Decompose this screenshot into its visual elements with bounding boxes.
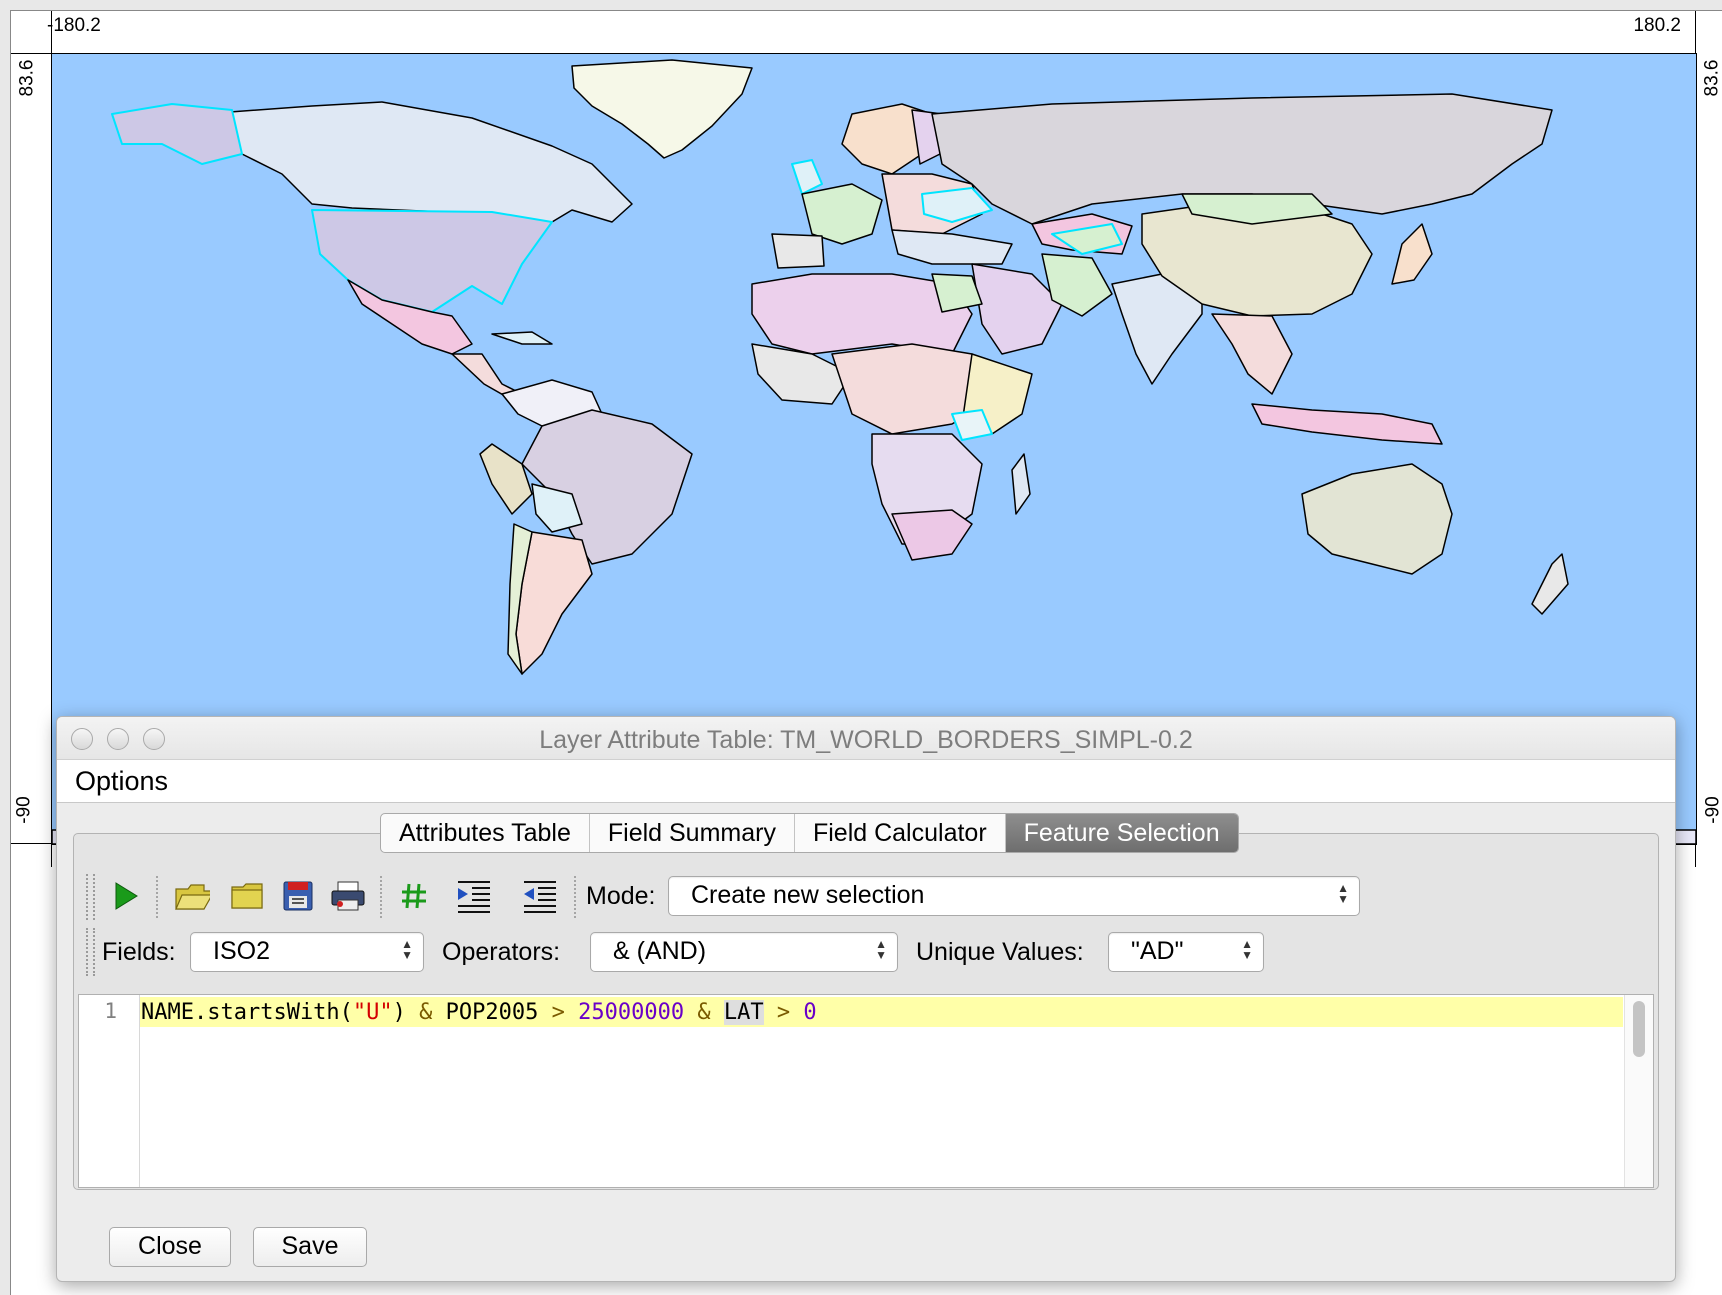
toolbar-grip[interactable] [86,928,95,976]
operators-label: Operators: [442,938,561,966]
unique-values-select[interactable]: "AD" ▲ ▼ [1108,932,1264,972]
axis-tick [51,11,52,53]
region-balkans-turkey [891,229,1013,265]
country-peru [479,443,533,515]
feature-selection-panel: Mode: Create new selection ▲ ▼ Fields: IS… [73,833,1659,1190]
country-greenland [571,59,753,159]
tab-attributes-table[interactable]: Attributes Table [381,814,590,852]
stepper-arrows-icon: ▲ ▼ [875,937,887,962]
print-icon[interactable] [330,878,366,914]
toolbar-separator [380,876,382,918]
stepper-arrows-icon: ▲ ▼ [401,937,413,962]
extent-top-label-right: 83.6 [1701,59,1722,97]
stepper-arrows-icon: ▲ ▼ [1337,881,1349,906]
hash-icon[interactable] [396,878,432,914]
expression-editor[interactable]: 1 NAME.startsWith("U") & POP2005 > 25000… [78,994,1654,1188]
country-new-zealand [1531,553,1569,615]
save-icon[interactable] [280,878,316,914]
code-operator: & [419,1000,433,1025]
toolbar-grip[interactable] [86,874,95,920]
close-button[interactable]: Close [109,1227,231,1267]
country-spain [771,233,825,269]
unique-values-select-value: "AD" [1131,937,1184,965]
tab-field-summary[interactable]: Field Summary [590,814,795,852]
open-folder-icon[interactable] [174,878,210,914]
extent-top-label-left: 83.6 [16,59,38,97]
layer-attribute-dialog: Layer Attribute Table: TM_WORLD_BORDERS_… [56,716,1676,1282]
extent-left-label: -180.2 [47,15,101,36]
axis-tick [1695,11,1696,53]
dialog-titlebar[interactable]: Layer Attribute Table: TM_WORLD_BORDERS_… [57,717,1675,760]
axis-tick [11,843,51,844]
country-south-africa [891,509,973,561]
fields-select[interactable]: ISO2 ▲ ▼ [190,932,424,972]
mode-select-value: Create new selection [691,881,925,909]
indent-icon[interactable] [456,878,492,914]
expression-code[interactable]: NAME.startsWith("U") & POP2005 > 2500000… [141,1000,817,1025]
line-number: 1 [104,999,117,1023]
country-usa [311,209,553,313]
dialog-title: Layer Attribute Table: TM_WORLD_BORDERS_… [539,726,1193,754]
code-highlighted-token: LAT [723,1000,764,1025]
country-alaska [111,103,243,165]
axis-tick [1695,843,1696,867]
code-operator: & [697,1000,711,1025]
menu-options[interactable]: Options [75,766,168,797]
tab-field-calculator[interactable]: Field Calculator [795,814,1006,852]
fields-select-value: ISO2 [213,937,270,965]
folder-icon[interactable] [230,878,266,914]
toolbar-separator [574,876,576,918]
code-number: 25000000 [578,1000,685,1025]
editor-scrollbar-track[interactable] [1624,995,1653,1187]
country-madagascar [1011,453,1031,515]
mode-label: Mode: [586,882,656,910]
code-token: POP2005 [432,1000,552,1025]
code-number: 0 [803,1000,817,1025]
operators-select[interactable]: & (AND) ▲ ▼ [590,932,898,972]
country-uk [791,159,823,195]
unique-values-label: Unique Values: [916,938,1084,966]
axis-tick [11,53,51,54]
axis-tick [51,843,52,867]
country-australia [1301,463,1453,575]
region-southeast-asia [1211,313,1293,395]
region-caribbean [491,331,553,345]
code-operator: > [551,1000,565,1025]
extent-right-label: 180.2 [1633,15,1681,36]
operators-select-value: & (AND) [613,937,707,965]
code-string: "U" [352,1000,393,1025]
tab-strip: Attributes Table Field Summary Field Cal… [380,813,1239,853]
editor-scrollbar-thumb[interactable] [1633,1001,1645,1057]
extent-bottom-label-left: -90 [13,796,35,824]
fields-label: Fields: [102,938,176,966]
toolbar-separator [156,876,158,918]
country-japan [1391,223,1433,285]
menu-bar: Options [57,760,1675,803]
code-token: ) [392,1000,420,1025]
code-token: NAME.startsWith( [141,1000,353,1025]
run-icon[interactable] [108,878,144,914]
tab-feature-selection[interactable]: Feature Selection [1005,814,1238,852]
code-operator: > [776,1000,791,1025]
country-indonesia [1251,403,1443,445]
outdent-icon[interactable] [522,878,558,914]
extent-bottom-label-right: -90 [1702,796,1722,824]
line-number-gutter: 1 [79,995,140,1187]
stepper-arrows-icon: ▲ ▼ [1241,937,1253,962]
save-button[interactable]: Save [253,1227,367,1267]
mode-select[interactable]: Create new selection ▲ ▼ [668,876,1360,916]
